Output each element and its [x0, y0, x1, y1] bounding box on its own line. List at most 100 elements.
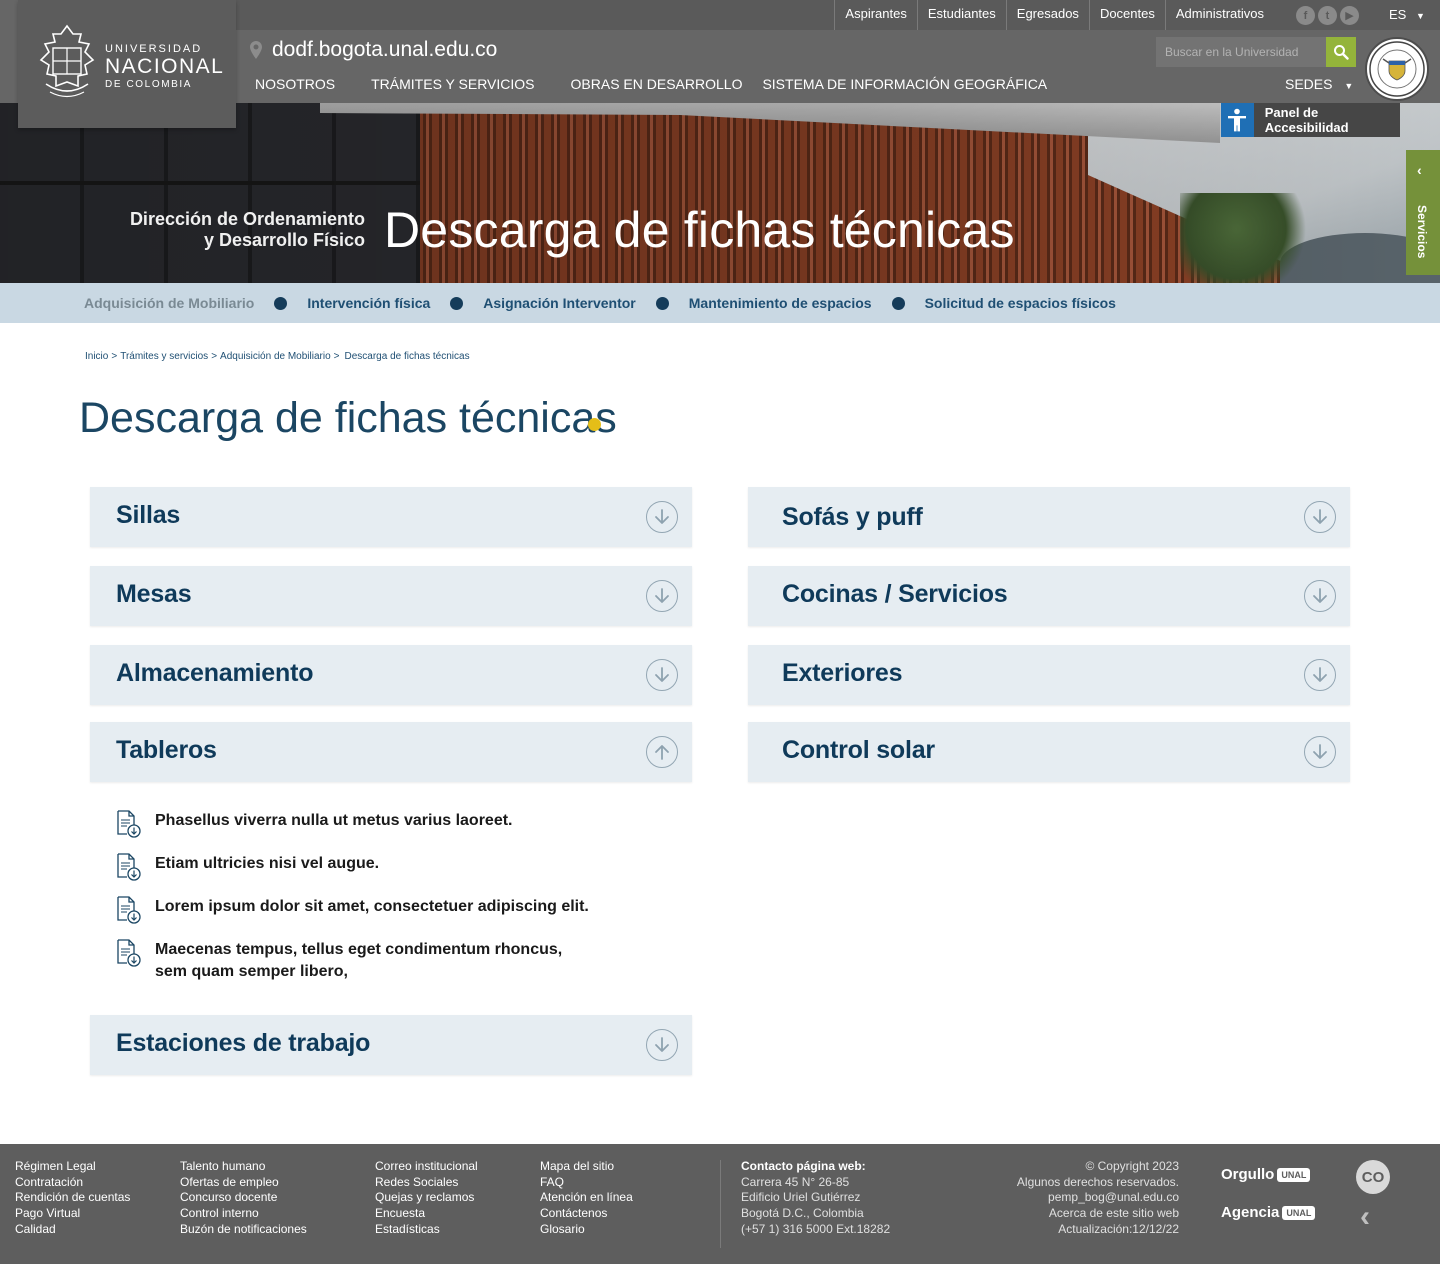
subnav-adquisicion-mobiliario[interactable]: Adquisición de Mobiliario — [84, 295, 254, 311]
arrow-down-icon — [1304, 580, 1336, 612]
services-side-tab[interactable]: ‹ Servicios — [1406, 150, 1440, 275]
brand-agencia: Agencia — [1221, 1204, 1280, 1221]
rights-text: Algunos derechos reservados. — [1016, 1174, 1179, 1189]
chevron-left-icon[interactable]: ‹ — [1360, 1200, 1370, 1234]
accordion-label: Tableros — [116, 736, 217, 764]
footer-link[interactable]: Atención en línea — [540, 1190, 633, 1206]
footer-link[interactable]: Control interno — [180, 1206, 307, 1222]
top-link-aspirantes[interactable]: Aspirantes — [834, 0, 916, 30]
facebook-icon[interactable]: f — [1296, 6, 1315, 25]
footer-link[interactable]: Ofertas de empleo — [180, 1175, 307, 1191]
breadcrumb-adquisicion[interactable]: Adquisición de Mobiliario — [220, 351, 331, 362]
dependency-line-1: Dirección de Ordenamiento — [129, 209, 365, 229]
language-selector[interactable]: ES ▼ — [1389, 7, 1425, 22]
brand-unal-tag: UNAL — [1277, 1167, 1311, 1182]
footer-link[interactable]: Contratación — [15, 1175, 130, 1191]
file-name: Maecenas tempus, tellus eget condimentum… — [155, 941, 563, 958]
footer-link[interactable]: Buzón de notificaciones — [180, 1222, 307, 1238]
accessibility-panel-button[interactable]: Panel de Accesibilidad — [1221, 103, 1400, 137]
subnav-mantenimiento-espacios[interactable]: Mantenimiento de espacios — [689, 295, 872, 311]
accordion-exteriores[interactable]: Exteriores — [748, 645, 1350, 705]
search-input[interactable] — [1156, 37, 1326, 67]
footer-link[interactable]: Talento humano — [180, 1159, 307, 1175]
file-item[interactable]: Maecenas tempus, tellus eget condimentum… — [115, 939, 595, 983]
social-links: f t ▶ — [1296, 6, 1359, 25]
footer-link[interactable]: Estadísticas — [375, 1222, 478, 1238]
breadcrumb-inicio[interactable]: Inicio — [85, 351, 108, 362]
copyright-text: © Copyright 2023 — [1085, 1159, 1179, 1173]
nav-sig[interactable]: SISTEMA DE INFORMACIÓN GEOGRÁFICA — [762, 76, 1047, 92]
footer-link[interactable]: Calidad — [15, 1222, 130, 1238]
footer-link[interactable]: Correo institucional — [375, 1159, 478, 1175]
colombia-seal[interactable] — [1365, 37, 1429, 101]
subnav-separator-dot — [891, 296, 905, 310]
section-subnav: Adquisición de Mobiliario Intervención f… — [0, 283, 1440, 323]
subnav-asignacion-interventor[interactable]: Asignación Interventor — [483, 295, 635, 311]
arrow-down-icon — [646, 580, 678, 612]
seal-icon — [1369, 41, 1425, 97]
orgullo-unal-logo[interactable]: Orgullo UNAL — [1221, 1166, 1311, 1183]
accordion-label: Almacenamiento — [116, 659, 314, 687]
subnav-solicitud-espacios[interactable]: Solicitud de espacios físicos — [925, 295, 1116, 311]
dependency-line-2: y Desarrollo Físico — [203, 230, 365, 250]
top-link-administrativos[interactable]: Administrativos — [1164, 0, 1274, 30]
footer-link[interactable]: Glosario — [540, 1222, 633, 1238]
footer-link[interactable]: Redes Sociales — [375, 1175, 478, 1191]
file-item[interactable]: Etiam ultricies nisi vel augue. — [115, 853, 595, 881]
twitter-icon[interactable]: t — [1318, 6, 1337, 25]
update-date: Actualización:12/12/22 — [1058, 1221, 1179, 1236]
accordion-estaciones-trabajo[interactable]: Estaciones de trabajo — [90, 1015, 692, 1075]
subnav-intervencion-fisica[interactable]: Intervención física — [307, 295, 430, 311]
footer-divider — [720, 1160, 721, 1248]
footer-link[interactable]: Contáctenos — [540, 1206, 633, 1222]
top-link-docentes[interactable]: Docentes — [1088, 0, 1165, 30]
footer-link[interactable]: Régimen Legal — [15, 1159, 130, 1175]
footer-link[interactable]: Quejas y reclamos — [375, 1190, 478, 1206]
accordion-control-solar[interactable]: Control solar — [748, 722, 1350, 782]
footer-contact: Contacto página web: Carrera 45 N° 26-85… — [741, 1159, 890, 1238]
file-item[interactable]: Lorem ipsum dolor sit amet, consectetuer… — [115, 896, 595, 924]
arrow-down-icon — [646, 1029, 678, 1061]
accordion-sillas[interactable]: Sillas — [90, 487, 692, 547]
about-site-link[interactable]: Acerca de este sitio web — [1017, 1206, 1179, 1222]
search-button[interactable] — [1326, 37, 1356, 67]
sedes-dropdown[interactable]: SEDES ▼ — [1285, 76, 1353, 92]
accordion-tableros[interactable]: Tableros — [90, 722, 692, 782]
footer-link[interactable]: FAQ — [540, 1175, 633, 1191]
co-colombia-badge[interactable]: CO — [1356, 1160, 1390, 1194]
accordion-mesas[interactable]: Mesas — [90, 566, 692, 626]
footer-link[interactable]: Concurso docente — [180, 1190, 307, 1206]
sedes-label: SEDES — [1285, 76, 1333, 92]
subnav-separator-dot — [655, 296, 669, 310]
footer-link[interactable]: Mapa del sitio — [540, 1159, 633, 1175]
accordion-almacenamiento[interactable]: Almacenamiento — [90, 645, 692, 705]
nav-obras[interactable]: OBRAS EN DESARROLLO — [571, 76, 743, 92]
subnav-separator-dot — [450, 296, 464, 310]
footer-link[interactable]: Rendición de cuentas — [15, 1190, 130, 1206]
agencia-unal-logo[interactable]: Agencia UNAL — [1221, 1204, 1316, 1221]
arrow-up-icon — [646, 736, 678, 768]
file-download-icon — [117, 810, 141, 838]
accordion-sofas-puff[interactable]: Sofás y puff — [748, 487, 1350, 547]
footer-link[interactable]: Pago Virtual — [15, 1206, 130, 1222]
chevron-left-icon: ‹ — [1417, 162, 1422, 178]
university-name: UNIVERSIDAD NACIONAL DE COLOMBIA — [105, 43, 224, 90]
accordion-cocinas-servicios[interactable]: Cocinas / Servicios — [748, 566, 1350, 626]
file-download-icon — [117, 853, 141, 881]
file-item[interactable]: Phasellus viverra nulla ut metus varius … — [115, 810, 595, 838]
nav-tramites[interactable]: TRÁMITES Y SERVICIOS — [371, 76, 534, 92]
footer-link[interactable]: Encuesta — [375, 1206, 478, 1222]
footer-col-4: Mapa del sitio FAQ Atención en línea Con… — [540, 1159, 633, 1238]
brand-orgullo: Orgullo — [1221, 1166, 1275, 1183]
youtube-icon[interactable]: ▶ — [1340, 6, 1359, 25]
arrow-down-icon — [1304, 659, 1336, 691]
university-logo[interactable]: UNIVERSIDAD NACIONAL DE COLOMBIA — [18, 0, 236, 128]
footer-email[interactable]: pemp_bog@unal.edu.co — [1017, 1190, 1179, 1206]
top-link-egresados[interactable]: Egresados — [1005, 0, 1089, 30]
nav-nosotros[interactable]: NOSOTROS — [255, 76, 335, 92]
footer-col-1: Régimen Legal Contratación Rendición de … — [15, 1159, 130, 1238]
top-link-estudiantes[interactable]: Estudiantes — [916, 0, 1006, 30]
accessibility-icon — [1221, 103, 1254, 137]
search-icon — [1334, 45, 1349, 60]
breadcrumb-tramites[interactable]: Trámites y servicios — [120, 351, 208, 362]
